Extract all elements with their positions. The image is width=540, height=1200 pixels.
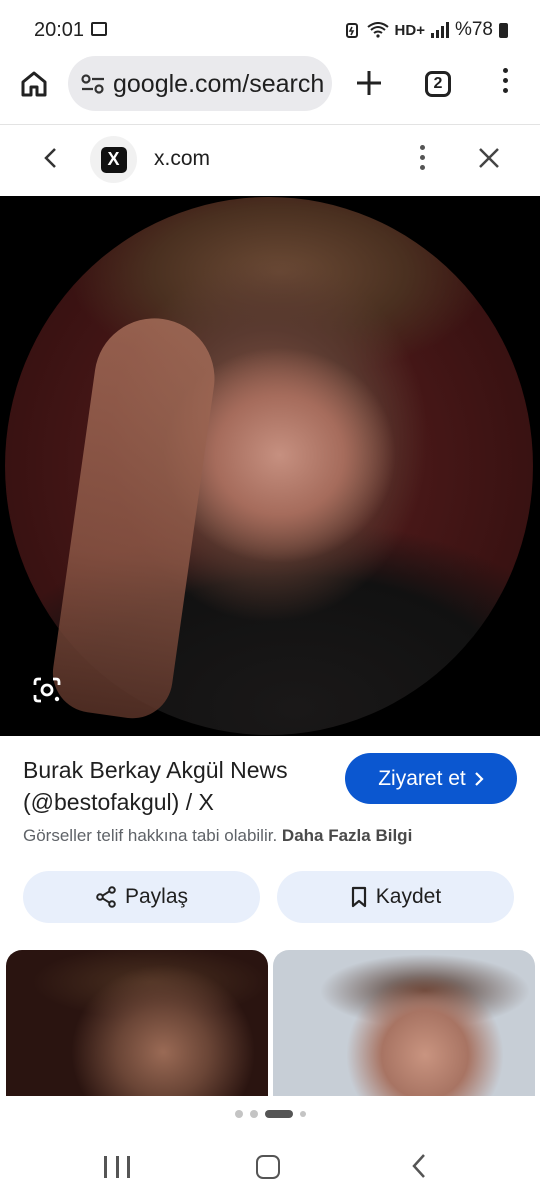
share-label: Paylaş [124, 885, 189, 908]
new-tab-icon[interactable] [352, 66, 386, 100]
source-domain[interactable]: x.com [154, 147, 210, 171]
signal-icon [430, 22, 449, 38]
related-image[interactable] [6, 950, 268, 1096]
browser-menu-icon[interactable] [498, 68, 512, 98]
back-nav-icon[interactable] [410, 1152, 428, 1180]
source-logo: X [90, 136, 137, 183]
recents-icon[interactable] [104, 1156, 130, 1178]
source-header: X x.com [0, 125, 540, 195]
status-time: 20:01 [34, 19, 85, 41]
related-image[interactable] [273, 950, 535, 1096]
wifi-icon [366, 22, 389, 38]
visit-button[interactable]: Ziyaret et [345, 753, 517, 804]
page-dot [249, 1110, 258, 1118]
more-info-link[interactable]: Daha Fazla Bilgi [282, 826, 412, 845]
network-type-label: HD+ [394, 21, 425, 39]
page-dot [299, 1111, 306, 1117]
gallery-notification-icon [91, 22, 107, 36]
battery-percent: %78 [454, 19, 493, 40]
page-indicator [0, 1096, 540, 1132]
profile-photo [5, 197, 533, 735]
chevron-right-icon [474, 771, 484, 786]
status-bar: 20:01 HD+ %78 [0, 0, 540, 56]
share-button[interactable]: Paylaş [23, 871, 260, 923]
battery-icon [499, 22, 508, 38]
url-text[interactable]: google.com/search [113, 70, 325, 99]
bookmark-icon [351, 886, 366, 908]
copyright-text: Görseller telif hakkına tabi olabilir. [23, 826, 278, 845]
google-lens-icon[interactable] [32, 676, 62, 704]
url-bar[interactable]: google.com/search [68, 56, 332, 111]
page-dot-active [264, 1110, 293, 1118]
browser-toolbar: google.com/search 2 [0, 56, 540, 125]
photo-detail [47, 310, 223, 724]
visit-button-label: Ziyaret et [378, 766, 466, 790]
tab-switcher-button[interactable]: 2 [425, 71, 451, 97]
battery-saver-icon [345, 23, 358, 38]
more-options-icon[interactable] [416, 145, 428, 175]
save-label: Kaydet [375, 885, 442, 908]
back-chevron-icon[interactable] [38, 143, 62, 173]
x-logo-icon: X [100, 146, 127, 173]
main-image[interactable] [0, 196, 540, 736]
copyright-notice: Görseller telif hakkına tabi olabilir. D… [23, 826, 412, 846]
page-dot [234, 1110, 243, 1118]
system-navigation-bar [0, 1132, 540, 1200]
save-button[interactable]: Kaydet [277, 871, 514, 923]
close-icon[interactable] [476, 145, 502, 171]
home-icon[interactable] [18, 68, 50, 100]
home-nav-icon[interactable] [256, 1155, 280, 1179]
site-settings-icon[interactable] [80, 72, 106, 96]
image-title: Burak Berkay Akgül News (@bestofakgul) /… [23, 757, 288, 815]
share-icon [96, 886, 116, 908]
status-indicators: HD+ %78 [343, 19, 508, 41]
